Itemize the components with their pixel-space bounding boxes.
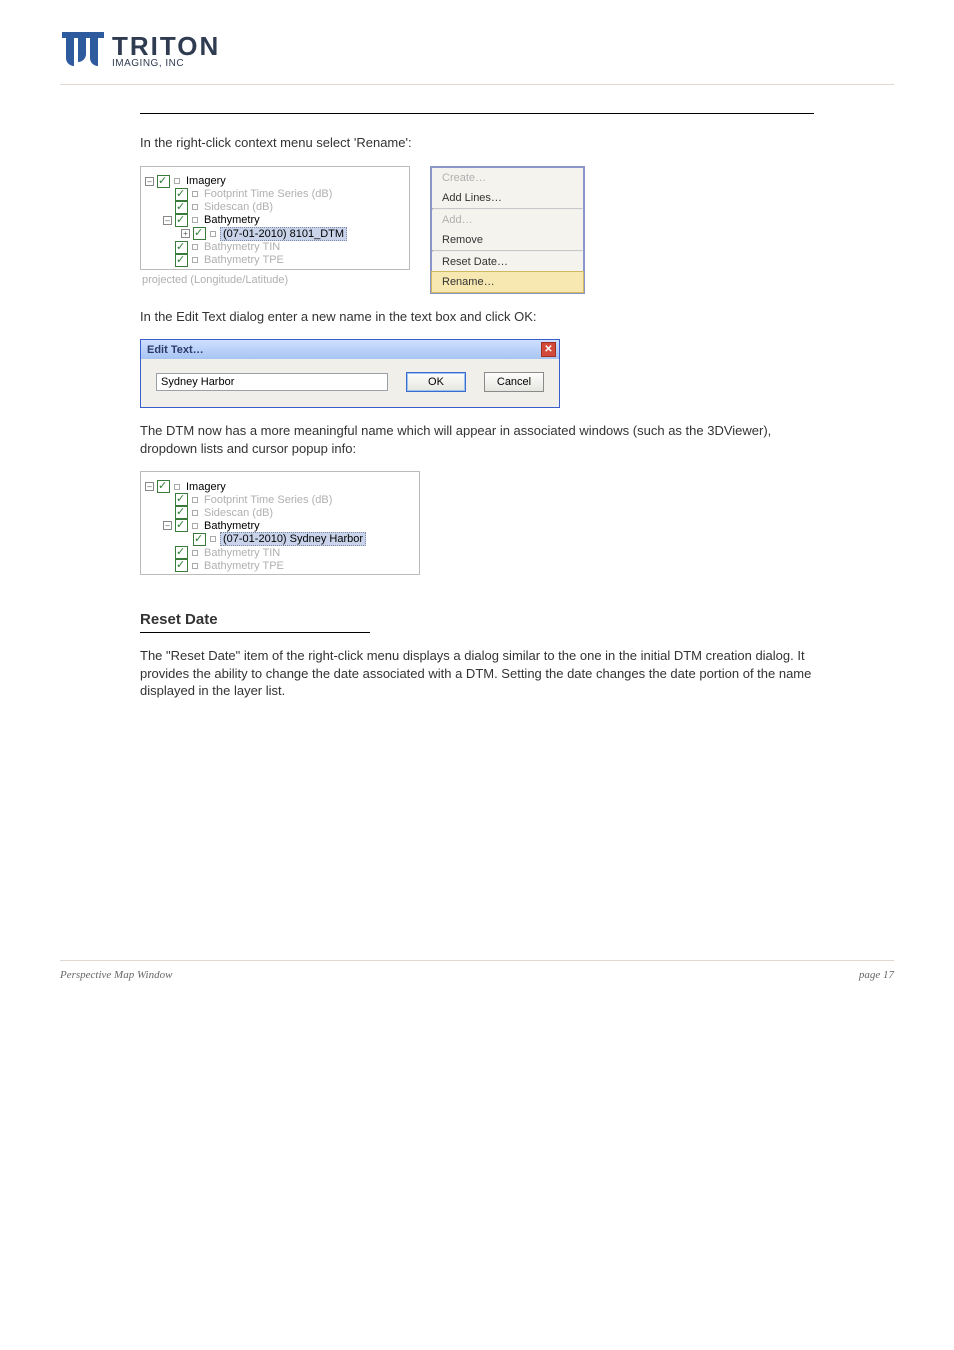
- rule: [140, 632, 370, 633]
- box-icon: [210, 536, 216, 542]
- checkbox[interactable]: [193, 533, 206, 546]
- close-icon[interactable]: ✕: [541, 342, 556, 357]
- logo: TRITON IMAGING, INC: [60, 28, 894, 74]
- collapse-icon[interactable]: –: [163, 521, 172, 530]
- box-icon: [192, 497, 198, 503]
- box-icon: [192, 550, 198, 556]
- para-edit-text: In the Edit Text dialog enter a new name…: [140, 308, 814, 326]
- figure-tree-and-menu: – Imagery Footprint Time Series (dB) Side…: [140, 166, 814, 294]
- collapse-icon[interactable]: –: [163, 216, 172, 225]
- checkbox[interactable]: [175, 559, 188, 572]
- tree-item[interactable]: Sidescan (dB): [202, 507, 275, 519]
- tree-item[interactable]: Imagery: [184, 175, 228, 187]
- footer-right: page 17: [859, 969, 894, 981]
- box-icon: [192, 563, 198, 569]
- box-icon: [192, 244, 198, 250]
- menu-reset-date[interactable]: Reset Date…: [432, 252, 583, 272]
- checkbox[interactable]: [157, 175, 170, 188]
- box-icon: [174, 484, 180, 490]
- tree-item-selected[interactable]: (07-01-2010) Sydney Harbor: [220, 532, 366, 546]
- menu-add-lines[interactable]: Add Lines…: [432, 188, 583, 208]
- tree-item[interactable]: Bathymetry TIN: [202, 241, 282, 253]
- checkbox[interactable]: [175, 254, 188, 267]
- checkbox[interactable]: [157, 480, 170, 493]
- box-icon: [192, 217, 198, 223]
- cancel-button[interactable]: Cancel: [484, 372, 544, 392]
- layer-tree: – Imagery Footprint Time Series (dB) Side…: [140, 166, 410, 270]
- tree-item[interactable]: Bathymetry: [202, 520, 262, 532]
- rename-input[interactable]: [156, 373, 388, 391]
- box-icon: [174, 178, 180, 184]
- checkbox[interactable]: [193, 227, 206, 240]
- layer-tree-after: – Imagery Footprint Time Series (dB) Side…: [140, 471, 420, 575]
- logo-title: TRITON: [112, 33, 220, 59]
- ok-button[interactable]: OK: [406, 372, 466, 392]
- projection-label: projected (Longitude/Latitude): [142, 274, 410, 286]
- collapse-icon[interactable]: –: [145, 482, 154, 491]
- page-footer: Perspective Map Window page 17: [60, 960, 894, 981]
- logo-icon: [60, 28, 106, 74]
- expand-icon[interactable]: +: [181, 229, 190, 238]
- tree-item[interactable]: Imagery: [184, 481, 228, 493]
- tree-item[interactable]: Footprint Time Series (dB): [202, 188, 334, 200]
- box-icon: [192, 191, 198, 197]
- dialog-title: Edit Text…: [147, 344, 204, 356]
- subheading-reset-date: Reset Date: [140, 611, 814, 630]
- tree-item[interactable]: Bathymetry TPE: [202, 560, 286, 572]
- collapse-icon[interactable]: –: [145, 177, 154, 186]
- para-result: The DTM now has a more meaningful name w…: [140, 422, 814, 457]
- box-icon: [192, 523, 198, 529]
- tree-item[interactable]: Bathymetry TIN: [202, 547, 282, 559]
- footer-left: Perspective Map Window: [60, 969, 172, 981]
- para-reset-date: The "Reset Date" item of the right-click…: [140, 647, 814, 700]
- tree-item[interactable]: Sidescan (dB): [202, 201, 275, 213]
- tree-item[interactable]: Bathymetry TPE: [202, 254, 286, 266]
- checkbox[interactable]: [175, 214, 188, 227]
- menu-add[interactable]: Add…: [432, 210, 583, 230]
- edit-text-dialog: Edit Text… ✕ OK Cancel: [140, 339, 560, 408]
- context-menu: Create… Add Lines… Add… Remove Reset Dat…: [430, 166, 585, 294]
- box-icon: [210, 231, 216, 237]
- tree-item[interactable]: Bathymetry: [202, 214, 262, 226]
- intro-text: In the right-click context menu select '…: [140, 134, 814, 152]
- tree-item-selected[interactable]: (07-01-2010) 8101_DTM: [220, 227, 347, 241]
- tree-item[interactable]: Footprint Time Series (dB): [202, 494, 334, 506]
- box-icon: [192, 510, 198, 516]
- menu-create[interactable]: Create…: [432, 168, 583, 188]
- menu-remove[interactable]: Remove: [432, 230, 583, 250]
- box-icon: [192, 257, 198, 263]
- rule: [140, 113, 814, 114]
- menu-rename[interactable]: Rename…: [431, 271, 584, 293]
- page-header: TRITON IMAGING, INC: [60, 28, 894, 85]
- checkbox[interactable]: [175, 519, 188, 532]
- box-icon: [192, 204, 198, 210]
